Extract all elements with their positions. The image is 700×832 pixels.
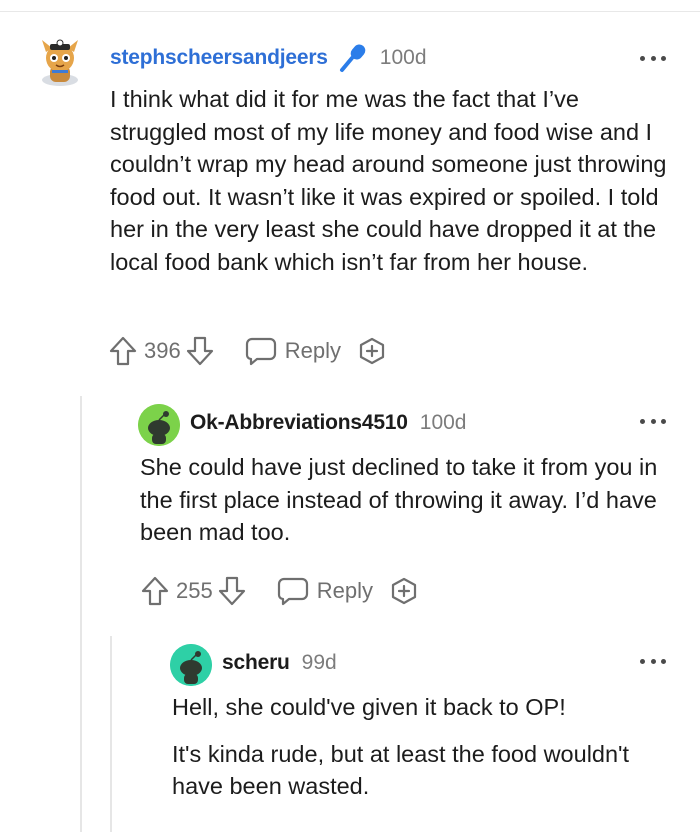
comment-meta: Ok-Abbreviations4510 100d: [190, 411, 466, 435]
comment-paragraph: It's kinda rude, but at least the food w…: [172, 740, 630, 800]
reply-button[interactable]: Reply: [277, 576, 373, 606]
award-plus-icon: [359, 337, 385, 365]
username-link[interactable]: stephscheersandjeers: [110, 46, 328, 70]
more-dot: [650, 55, 656, 61]
award-button[interactable]: [389, 576, 419, 606]
more-dot: [661, 418, 666, 424]
speech-bubble-icon: [277, 576, 309, 606]
user-avatar[interactable]: [138, 404, 180, 446]
more-dot: [650, 418, 656, 424]
comment-body: Hell, she could've given it back to OP! …: [172, 691, 672, 803]
top-divider: [0, 11, 700, 12]
more-dot: [661, 658, 666, 664]
comment-actions: 255 Reply: [140, 575, 419, 607]
more-options-button[interactable]: [640, 417, 666, 425]
comment-paragraph: Hell, she could've given it back to OP!: [172, 694, 566, 720]
user-avatar[interactable]: [170, 644, 212, 686]
reply-label: Reply: [284, 338, 341, 363]
reply-button[interactable]: Reply: [245, 336, 341, 366]
username-link[interactable]: Ok-Abbreviations4510: [190, 411, 408, 435]
award-button[interactable]: [357, 336, 387, 366]
comment-meta: stephscheersandjeers 100d: [110, 43, 427, 73]
comment-age: 100d: [419, 411, 467, 434]
award-plus-icon: [391, 577, 417, 605]
snoo-default-avatar-icon: [170, 644, 212, 686]
snoo-avatar-icon: [42, 39, 78, 86]
comment-body: I think what did it for me was the fact …: [110, 83, 670, 278]
username-link[interactable]: scheru: [222, 651, 290, 675]
user-avatar[interactable]: [36, 36, 84, 86]
more-dot: [650, 658, 656, 664]
comment-age: 99d: [301, 651, 337, 674]
thread-line-level1[interactable]: [80, 396, 82, 832]
comment-age: 100d: [379, 46, 427, 69]
arrow-up-icon[interactable]: [140, 575, 170, 607]
microphone-icon: [338, 43, 368, 73]
more-dot: [661, 55, 666, 61]
arrow-up-icon[interactable]: [108, 335, 138, 367]
comment-text: She could have just declined to take it …: [140, 454, 658, 545]
reply-label: Reply: [316, 578, 373, 603]
thread-line-level2[interactable]: [110, 636, 112, 832]
snoo-default-avatar-icon: [138, 404, 180, 446]
arrow-down-icon[interactable]: [185, 335, 215, 367]
vote-count: 396: [144, 338, 181, 363]
comment-actions: 396 Reply: [108, 335, 387, 367]
more-options-button[interactable]: [640, 54, 666, 62]
vote-count: 255: [176, 578, 213, 603]
more-options-button[interactable]: [640, 657, 666, 665]
comment-body: She could have just declined to take it …: [140, 451, 680, 549]
comment-text: I think what did it for me was the fact …: [110, 86, 667, 275]
comment-meta: scheru 99d: [222, 651, 337, 675]
more-dots-icon: [640, 55, 645, 61]
more-dots-icon: [640, 658, 645, 664]
arrow-down-icon[interactable]: [217, 575, 247, 607]
speech-bubble-icon: [245, 336, 277, 366]
more-dots-icon: [640, 418, 645, 424]
